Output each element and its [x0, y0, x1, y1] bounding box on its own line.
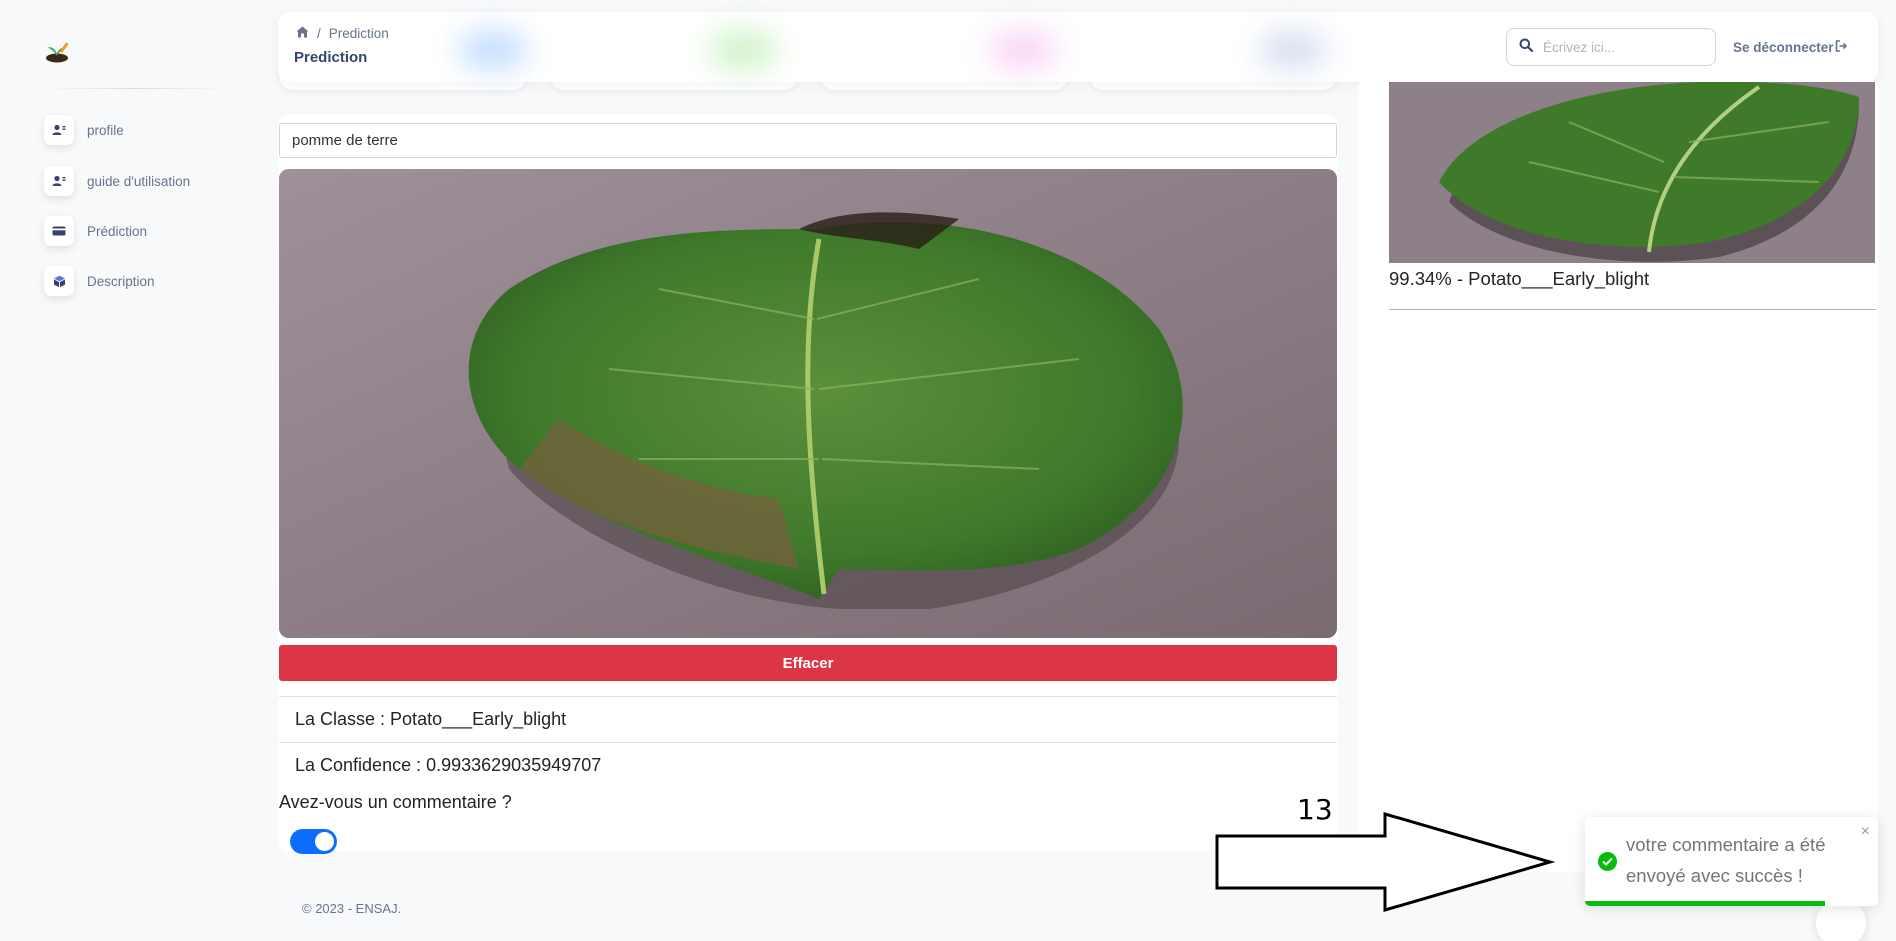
- sidebar-item-profile[interactable]: profile: [44, 115, 124, 145]
- decorative-blur: [458, 30, 528, 70]
- decorative-blur: [708, 30, 778, 70]
- user-settings-icon: [44, 166, 74, 196]
- predicted-class: La Classe : Potato___Early_blight: [279, 696, 1337, 742]
- footer-copyright: © 2023 - ENSAJ.: [302, 901, 402, 916]
- search-icon: [1519, 38, 1534, 57]
- toggle-knob: [315, 832, 334, 851]
- breadcrumb-separator: /: [317, 26, 321, 41]
- breadcrumb-current: Prediction: [328, 26, 389, 41]
- sidebar-item-description[interactable]: Description: [44, 266, 155, 296]
- prediction-confidence: La Confidence : 0.9933629035949707: [279, 742, 1337, 788]
- success-toast: votre commentaire a été envoyé avec succ…: [1585, 817, 1878, 906]
- decorative-blur: [1258, 30, 1328, 70]
- history-caption: 99.34% - Potato___Early_blight: [1389, 268, 1650, 289]
- history-divider: [1389, 309, 1876, 310]
- comment-question: Avez-vous un commentaire ?: [279, 792, 512, 812]
- uploaded-leaf-image: [279, 169, 1337, 638]
- sidebar-item-label: Description: [87, 273, 155, 289]
- toast-progress-bar: [1585, 901, 1826, 906]
- sidebar: profile guide d'utilisation Prédiction D…: [0, 0, 270, 941]
- logout-icon: [1835, 40, 1847, 55]
- search-input[interactable]: [1543, 39, 1703, 55]
- check-circle-icon: [1598, 852, 1617, 871]
- logout-label: Se déconnecter: [1733, 40, 1834, 55]
- close-icon[interactable]: ×: [1861, 823, 1870, 841]
- box-icon: [44, 266, 74, 296]
- user-settings-icon: [44, 115, 74, 145]
- top-navbar: / Prediction Prediction Se déconnecter: [278, 12, 1878, 82]
- breadcrumb: / Prediction: [296, 26, 389, 41]
- clear-button[interactable]: Effacer: [279, 645, 1337, 681]
- search-field[interactable]: [1506, 28, 1716, 66]
- toast-message: votre commentaire a été envoyé avec succ…: [1626, 834, 1826, 886]
- comment-toggle[interactable]: [290, 829, 337, 854]
- sidebar-item-guide[interactable]: guide d'utilisation: [44, 166, 190, 196]
- page-title: Prediction: [294, 49, 368, 66]
- sidebar-item-label: Prédiction: [87, 223, 148, 239]
- decorative-blur: [988, 30, 1058, 70]
- pointer-arrow-annotation: [1215, 812, 1555, 912]
- sidebar-item-label: guide d'utilisation: [87, 173, 191, 189]
- logout-button[interactable]: Se déconnecter: [1733, 40, 1847, 55]
- sidebar-item-prediction[interactable]: Prédiction: [44, 216, 147, 246]
- sidebar-item-label: profile: [87, 122, 124, 138]
- species-input[interactable]: [279, 123, 1337, 158]
- credit-card-icon: [44, 216, 74, 246]
- app-logo[interactable]: [44, 38, 74, 64]
- home-icon[interactable]: [296, 26, 309, 41]
- history-thumbnail: [1389, 82, 1875, 263]
- sidebar-divider: [40, 88, 230, 89]
